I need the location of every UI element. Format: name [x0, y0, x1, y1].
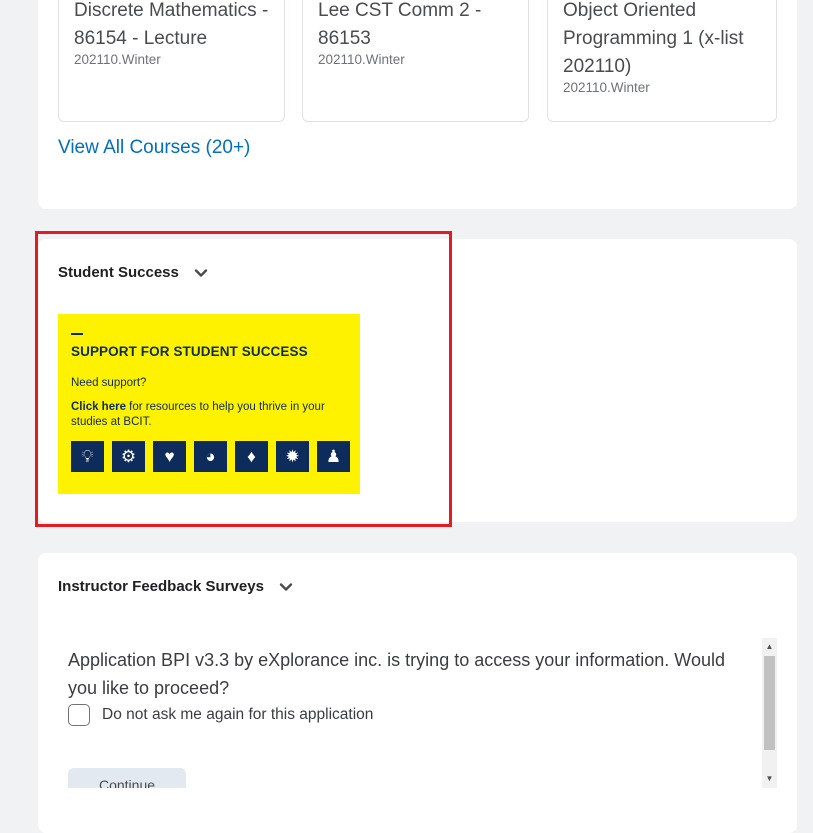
view-all-courses-link[interactable]: View All Courses (20+)	[58, 137, 250, 159]
course-tile-discrete-math[interactable]: Discrete Mathematics - 86154 - Lecture 2…	[58, 0, 285, 122]
course-title: Discrete Mathematics - 86154 - Lecture	[74, 0, 269, 49]
dont-ask-again-row: Do not ask me again for this application	[68, 704, 373, 726]
surveys-header: Instructor Feedback Surveys	[58, 578, 294, 595]
continue-button[interactable]: Continue	[68, 768, 186, 788]
highlight-box	[35, 231, 452, 527]
course-title: Object Oriented Programming 1 (x-list 20…	[563, 0, 744, 77]
course-tile-oop[interactable]: Object Oriented Programming 1 (x-list 20…	[547, 0, 777, 122]
course-term: 202110.Winter	[563, 80, 650, 95]
access-request-message: Application BPI v3.3 by eXplorance inc. …	[68, 650, 725, 698]
course-term: 202110.Winter	[74, 52, 161, 67]
scroll-thumb[interactable]	[764, 656, 775, 750]
chevron-down-icon[interactable]	[278, 579, 294, 595]
widget-title: Instructor Feedback Surveys	[58, 578, 264, 595]
course-term: 202110.Winter	[318, 52, 405, 67]
course-tile-cst-comm[interactable]: Lee CST Comm 2 - 86153 202110.Winter	[302, 0, 529, 122]
survey-iframe: Application BPI v3.3 by eXplorance inc. …	[58, 638, 778, 788]
course-title: Lee CST Comm 2 - 86153	[318, 0, 482, 49]
dont-ask-again-label: Do not ask me again for this application	[102, 706, 374, 723]
scroll-down-arrow-icon[interactable]: ▼	[762, 772, 777, 786]
iframe-scrollbar[interactable]: ▲ ▼	[762, 638, 777, 788]
scroll-up-arrow-icon[interactable]: ▲	[762, 640, 777, 654]
dont-ask-again-checkbox[interactable]	[68, 704, 90, 726]
